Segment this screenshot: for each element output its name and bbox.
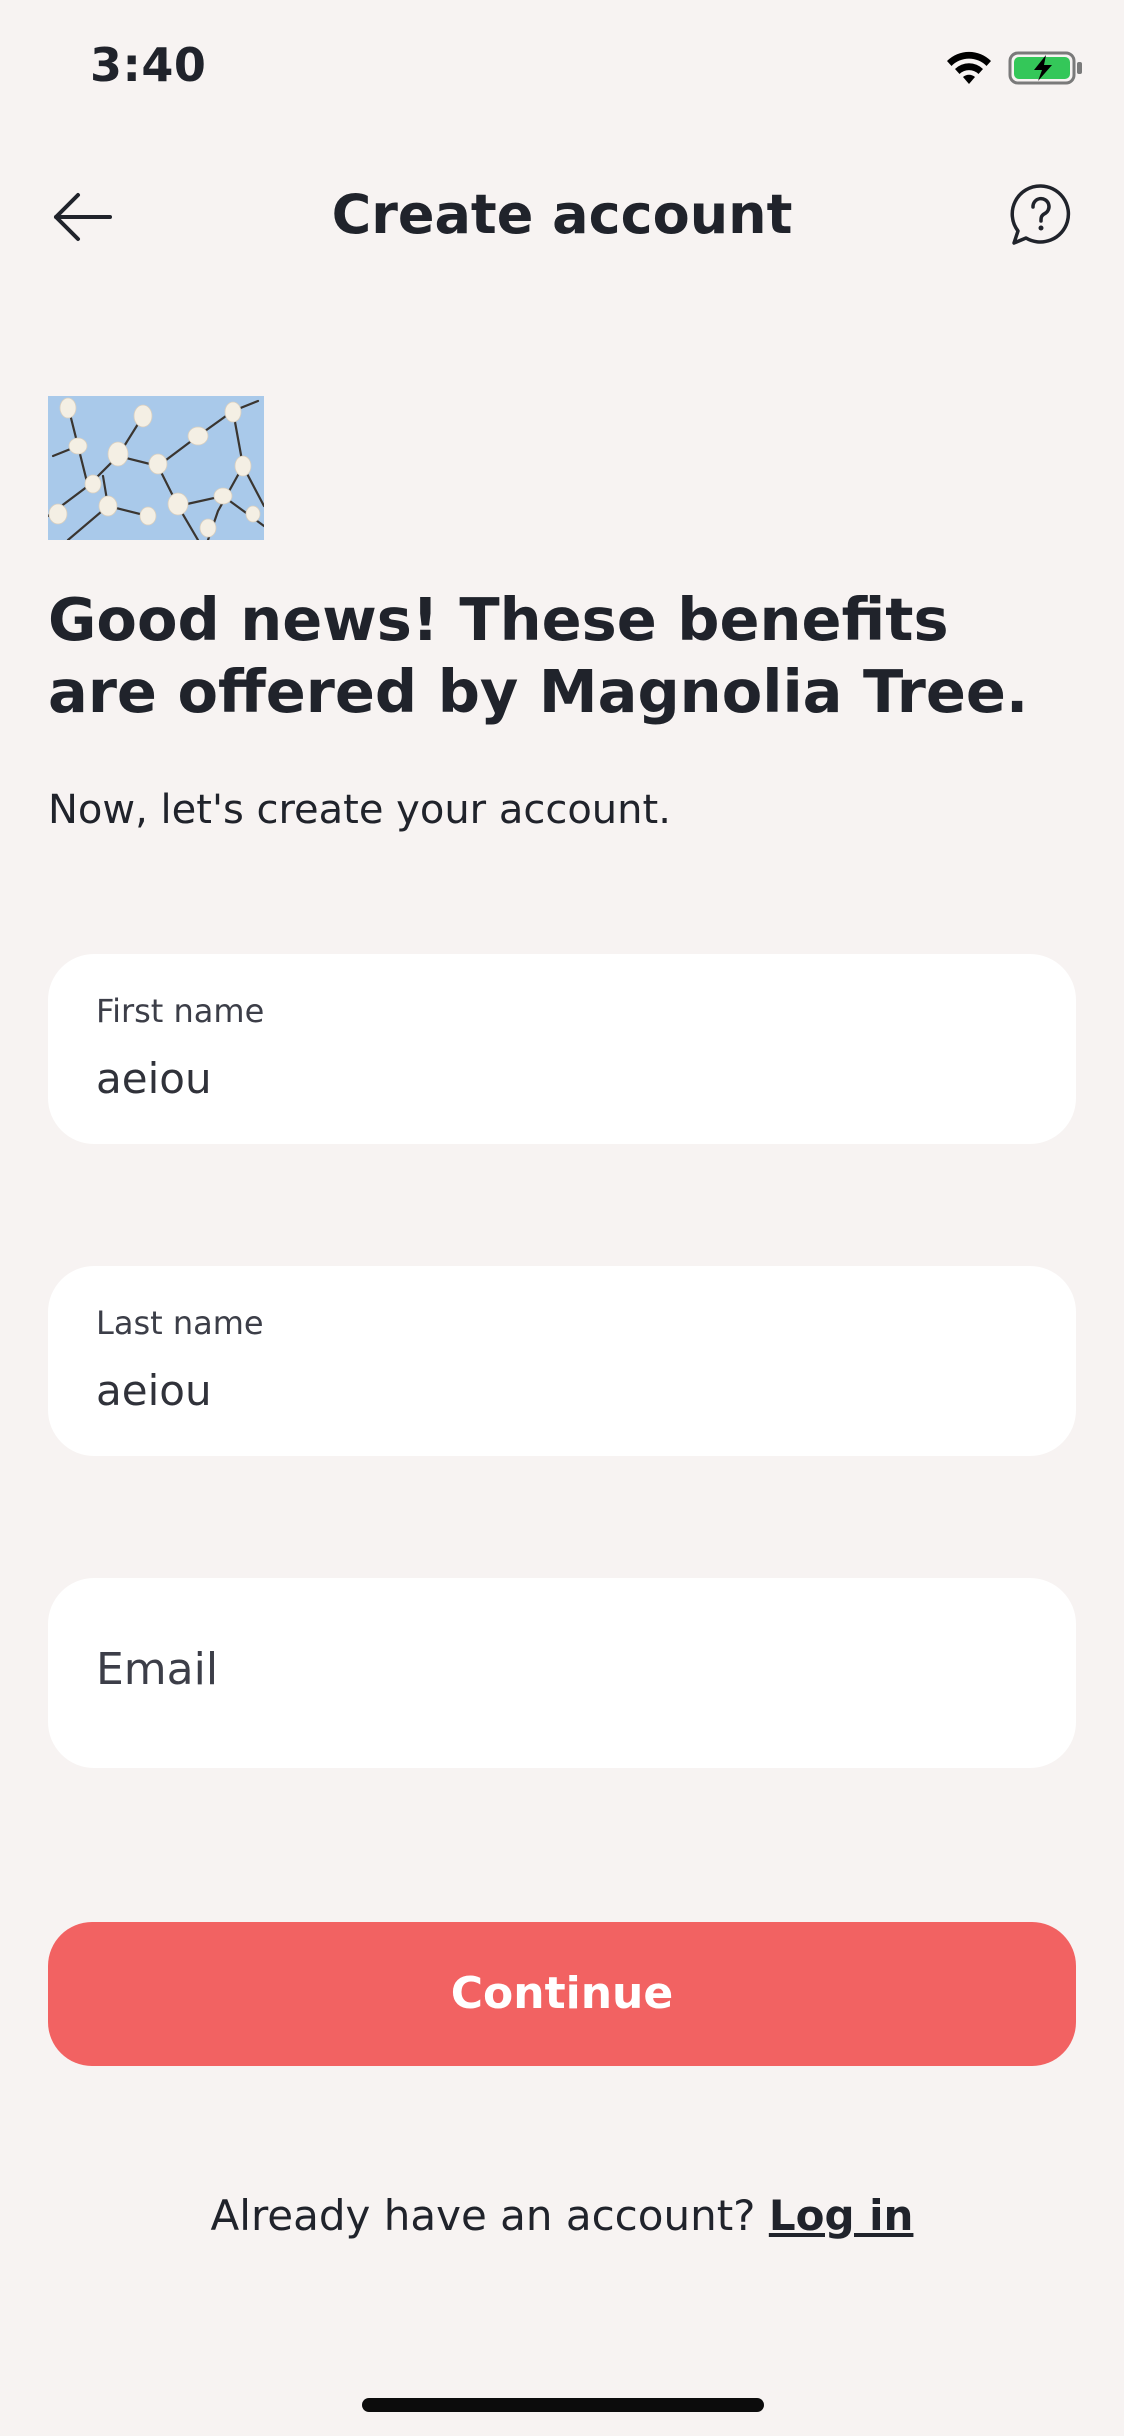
login-link[interactable]: Log in — [769, 2191, 914, 2240]
last-name-label: Last name — [96, 1304, 264, 1342]
page-title: Create account — [331, 183, 793, 246]
magnolia-blossoms-image — [48, 396, 264, 540]
continue-button[interactable]: Continue — [48, 1922, 1076, 2066]
nav-header: Create account — [0, 160, 1124, 270]
help-button[interactable] — [1008, 182, 1074, 248]
login-prompt: Already have an account? Log in — [0, 2186, 1124, 2246]
status-time: 3:40 — [90, 38, 207, 92]
first-name-value[interactable]: aeiou — [96, 1054, 212, 1103]
help-chat-icon — [1010, 184, 1071, 245]
home-indicator[interactable] — [362, 2398, 764, 2412]
first-name-label: First name — [96, 992, 265, 1030]
battery-charging-icon — [1008, 51, 1082, 85]
email-field[interactable]: Email — [48, 1578, 1076, 1768]
status-bar: 3:40 — [0, 0, 1124, 140]
email-placeholder: Email — [96, 1644, 219, 1695]
last-name-field[interactable]: Last name aeiou — [48, 1266, 1076, 1456]
headline: Good news! These benefits are offered by… — [48, 585, 1029, 726]
first-name-field[interactable]: First name aeiou — [48, 954, 1076, 1144]
subtitle: Now, let's create your account. — [48, 787, 671, 833]
last-name-value[interactable]: aeiou — [96, 1366, 212, 1415]
login-prompt-text: Already have an account? — [210, 2191, 756, 2240]
wifi-icon — [947, 51, 991, 84]
